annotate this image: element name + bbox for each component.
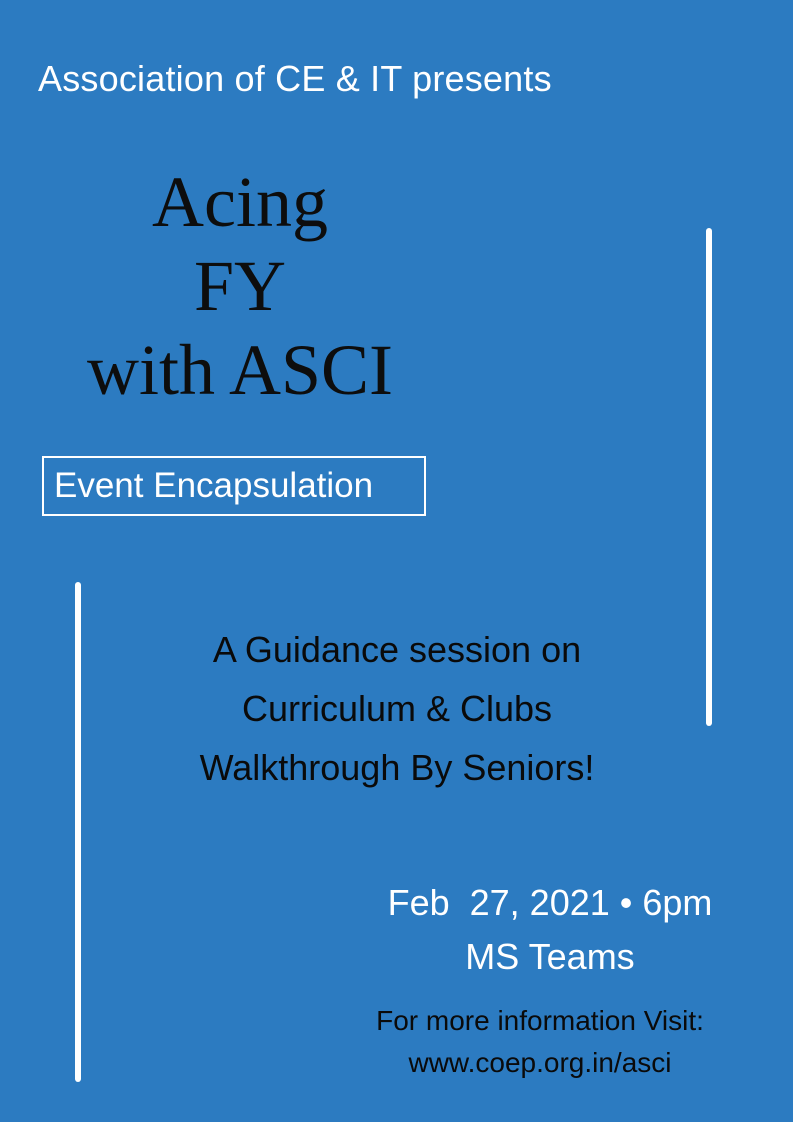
- event-poster: Association of CE & IT presents Acing FY…: [0, 0, 793, 1122]
- event-platform: MS Teams: [465, 936, 635, 977]
- title-line: with ASCI: [86, 330, 394, 410]
- info-url: www.coep.org.in/asci: [408, 1047, 672, 1078]
- decorative-divider-left: [75, 582, 81, 1082]
- title-line: FY: [193, 246, 287, 326]
- description-line: Curriculum & Clubs: [241, 688, 553, 729]
- presenter-line: Association of CE & IT presents: [38, 58, 552, 99]
- event-badge: Event Encapsulation: [42, 456, 426, 516]
- description-line: Walkthrough By Seniors!: [199, 747, 595, 788]
- decorative-divider-right: [706, 228, 712, 726]
- event-schedule: Feb 27, 2021 • 6pm MS Teams: [360, 876, 740, 984]
- title-line: Acing: [152, 162, 328, 242]
- info-label: For more information Visit:: [376, 1005, 704, 1036]
- event-date-time: Feb 27, 2021 • 6pm: [387, 882, 713, 923]
- event-description: A Guidance session on Curriculum & Clubs…: [100, 620, 694, 797]
- description-line: A Guidance session on: [212, 629, 582, 670]
- event-title: Acing FY with ASCI: [40, 160, 440, 412]
- more-info: For more information Visit: www.coep.org…: [340, 1000, 740, 1084]
